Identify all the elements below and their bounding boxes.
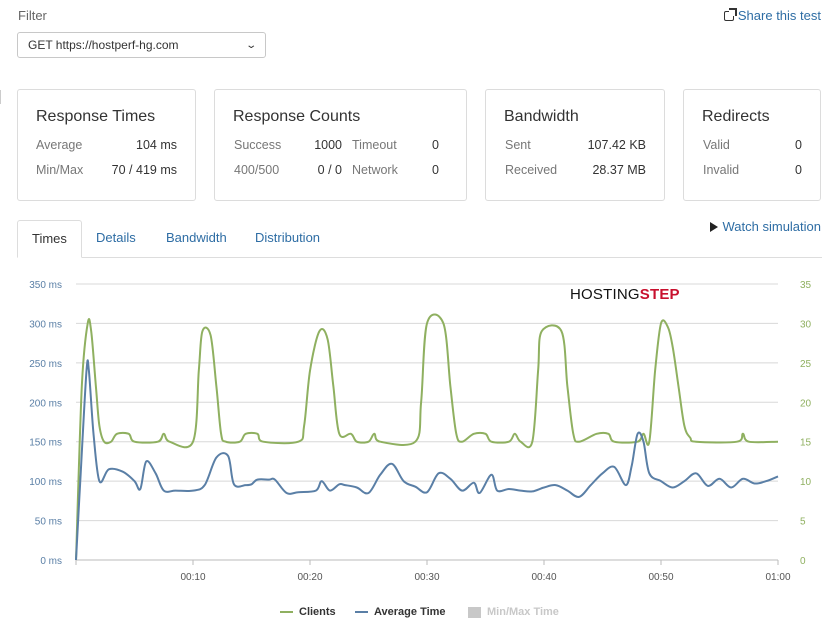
y-left-tick-label: 50 ms [35, 517, 62, 528]
response-counts-card: Response Counts Success 1000 Timeout 0 4… [214, 89, 467, 201]
y-right-tick-label: 30 [800, 319, 812, 330]
card-title: Response Counts [233, 108, 361, 125]
y-right-tick-label: 5 [800, 517, 806, 528]
x-tick-label: 00:30 [414, 572, 439, 583]
x-tick-label: 00:40 [531, 572, 556, 583]
average-label: Average [36, 138, 83, 152]
valid-value: 0 [795, 138, 802, 152]
errors-value: 0 / 0 [317, 163, 342, 177]
card-title: Bandwidth [504, 108, 579, 125]
play-icon [709, 221, 718, 232]
y-right-tick-label: 10 [800, 477, 812, 488]
timeout-value: 0 [432, 138, 439, 152]
y-right-tick-label: 0 [800, 556, 806, 567]
card-title: Redirects [702, 108, 770, 125]
invalid-label: Invalid [703, 163, 740, 177]
times-chart: 0 ms 50 ms 100 ms 150 ms 200 ms 250 ms 300 ms 3… [29, 280, 812, 583]
y-right-tick-label: 15 [800, 438, 812, 449]
share-test-label: Share this test [737, 8, 821, 23]
y-left-tick-label: 250 ms [29, 359, 62, 370]
x-tick-label: 00:10 [180, 572, 205, 583]
legend-clients-label: Clients [299, 606, 336, 618]
legend-minmax-label: Min/Max Time [487, 606, 559, 618]
y-left-tick-label: 150 ms [29, 438, 62, 449]
response-times-card: Response Times Average 104 ms Min/Max 70… [17, 89, 196, 201]
filter-select[interactable]: GET https://hostperf-hg.com ⌄ [17, 32, 266, 58]
tab-distribution[interactable]: Distribution [241, 220, 334, 257]
legend-minmax-time[interactable]: Min/Max Time [468, 606, 559, 618]
x-tick-label: 00:20 [297, 572, 322, 583]
sent-label: Sent [505, 138, 531, 152]
y-left-tick-label: 200 ms [29, 398, 62, 409]
y-right-tick-label: 35 [800, 280, 812, 291]
chevron-down-icon: ⌄ [244, 39, 257, 51]
y-left-tick-label: 0 ms [40, 556, 62, 567]
average-time-series-line [75, 359, 779, 561]
success-label: Success [234, 138, 282, 152]
redirects-card: Redirects Valid 0 Invalid 0 [683, 89, 821, 201]
hostingstep-logo: HOSTINGSTEP [570, 286, 680, 303]
errors-label: 400/500 [234, 163, 280, 177]
chart-tabs: Times Details Bandwidth Distribution [17, 220, 822, 258]
invalid-value: 0 [795, 163, 802, 177]
success-value: 1000 [314, 138, 342, 152]
card-title: Response Times [36, 108, 156, 125]
y-right-tick-label: 20 [800, 398, 812, 409]
minmax-value: 70 / 419 ms [111, 163, 177, 177]
legend-average-time-swatch [355, 611, 368, 613]
clients-series-line [75, 313, 779, 561]
chart-legend: Clients Average Time Min/Max Time [0, 606, 830, 622]
tab-details[interactable]: Details [82, 220, 150, 257]
x-tick-label: 01:00 [765, 572, 790, 583]
y-left-tick-label: 350 ms [29, 280, 62, 291]
y-right-tick-label: 25 [800, 359, 812, 370]
filter-label: Filter [18, 8, 47, 23]
y-left-tick-label: 300 ms [29, 319, 62, 330]
y-left-tick-label: 100 ms [29, 477, 62, 488]
share-test-link[interactable]: Share this test [723, 7, 821, 23]
logo-part1: HOSTING [570, 286, 640, 303]
share-icon [723, 7, 737, 21]
legend-clients[interactable]: Clients [280, 606, 336, 618]
valid-label: Valid [703, 138, 730, 152]
average-value: 104 ms [136, 138, 177, 152]
watch-simulation-link[interactable]: Watch simulation [709, 219, 822, 234]
x-tick-label: 00:50 [648, 572, 673, 583]
legend-average-time-label: Average Time [374, 606, 446, 618]
legend-clients-swatch [280, 611, 293, 613]
logo-part2: STEP [639, 286, 680, 303]
filter-selected-value: GET https://hostperf-hg.com [28, 38, 179, 52]
legend-minmax-swatch [468, 606, 481, 618]
minmax-label: Min/Max [36, 163, 84, 177]
network-value: 0 [432, 163, 439, 177]
bandwidth-card: Bandwidth Sent 107.42 KB Received 28.37 … [485, 89, 665, 201]
tab-times[interactable]: Times [17, 220, 82, 258]
received-value: 28.37 MB [592, 163, 646, 177]
network-label: Network [352, 163, 398, 177]
timeout-label: Timeout [352, 138, 397, 152]
legend-average-time[interactable]: Average Time [355, 606, 446, 618]
received-label: Received [505, 163, 558, 177]
left-divider [0, 90, 4, 104]
sent-value: 107.42 KB [587, 138, 646, 152]
tab-bandwidth[interactable]: Bandwidth [152, 220, 241, 257]
watch-simulation-label: Watch simulation [722, 219, 822, 234]
